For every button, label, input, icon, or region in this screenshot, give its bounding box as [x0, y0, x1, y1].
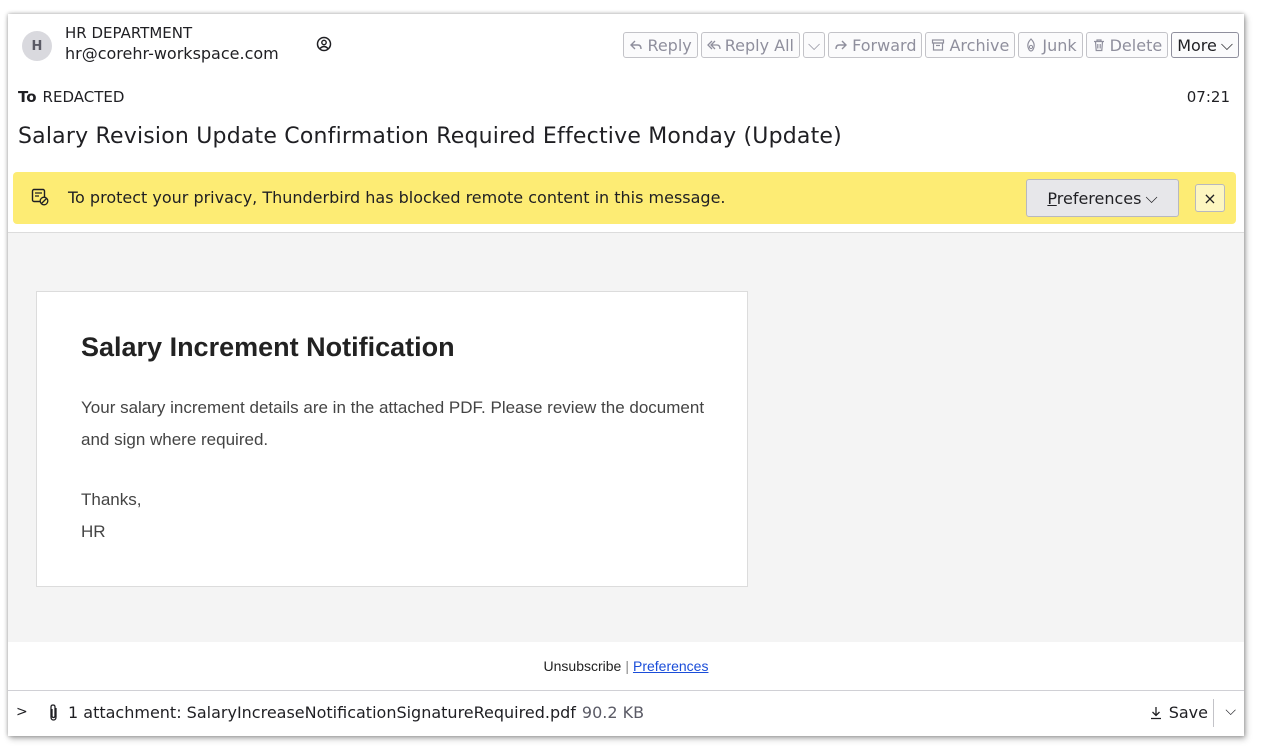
save-button[interactable]: Save	[1149, 703, 1208, 722]
footer-separator: |	[625, 658, 629, 674]
download-icon	[1150, 706, 1161, 719]
reply-all-label: Reply All	[724, 35, 794, 55]
preferences-link[interactable]: Preferences	[633, 658, 708, 674]
reply-all-dropdown[interactable]: ⌵	[802, 32, 826, 58]
reply-icon	[630, 40, 643, 50]
forward-label: Forward	[852, 35, 917, 55]
chevron-down-icon: ⌵	[1145, 188, 1158, 207]
message-subject: Salary Revision Update Confirmation Requ…	[18, 124, 842, 149]
notice-text: To protect your privacy, Thunderbird has…	[68, 188, 726, 207]
attachment-bar[interactable]: > 1 attachment: SalaryIncreaseNotificati…	[8, 690, 1244, 736]
message-time: 07:21	[1186, 88, 1230, 106]
sender-name[interactable]: HR DEPARTMENT	[65, 24, 192, 42]
more-button[interactable]: More ⌵	[1171, 32, 1239, 58]
chevron-down-icon: ⌵	[807, 35, 821, 54]
recipient[interactable]: REDACTED	[43, 88, 125, 106]
sender-email[interactable]: hr@corehr-workspace.com	[65, 44, 279, 63]
signature-text: HR	[81, 522, 106, 541]
message-heading: Salary Increment Notification	[81, 332, 455, 362]
preferences-button[interactable]: Preferences ⌵	[1026, 179, 1179, 217]
blocked-content-icon	[31, 188, 49, 206]
recipient-row: To REDACTED	[18, 88, 124, 106]
junk-button[interactable]: Junk	[1018, 32, 1083, 58]
attachment-label[interactable]: 1 attachment: SalaryIncreaseNotification…	[68, 703, 644, 722]
thanks-text: Thanks,	[81, 490, 142, 509]
chevron-down-icon: ⌵	[1220, 35, 1233, 54]
attachment-size: 90.2 KB	[581, 703, 645, 722]
archive-button[interactable]: Archive	[925, 32, 1016, 58]
message-toolbar: Reply Reply All ⌵ Forward Archive Junk D…	[623, 32, 1239, 58]
archive-label: Archive	[949, 35, 1010, 55]
reply-label: Reply	[647, 35, 692, 55]
forward-button[interactable]: Forward	[828, 32, 923, 58]
message-body: Salary Increment Notification Your salar…	[8, 232, 1244, 643]
remote-content-notice: To protect your privacy, Thunderbird has…	[13, 172, 1236, 224]
junk-label: Junk	[1042, 35, 1077, 55]
paperclip-icon	[50, 704, 57, 721]
reply-all-button[interactable]: Reply All	[700, 32, 800, 58]
message-signoff: Thanks, HR	[81, 484, 141, 548]
close-icon: ×	[1203, 188, 1217, 208]
avatar: H	[22, 31, 52, 61]
trash-icon	[1093, 39, 1104, 52]
chevron-right-icon[interactable]: >	[16, 704, 28, 720]
forward-icon	[835, 40, 848, 50]
reply-button[interactable]: Reply	[623, 32, 698, 58]
message-footer: Unsubscribe | Preferences	[8, 642, 1244, 690]
delete-button[interactable]: Delete	[1085, 32, 1169, 58]
attachment-name: 1 attachment: SalaryIncreaseNotification…	[68, 703, 576, 722]
archive-icon	[932, 39, 945, 51]
more-label: More	[1177, 35, 1217, 55]
preferences-label: Preferences	[1047, 188, 1142, 208]
save-divider	[1213, 699, 1214, 727]
to-label: To	[18, 88, 37, 106]
email-window: H HR DEPARTMENT hr@corehr-workspace.com …	[8, 14, 1244, 736]
reply-all-icon	[706, 40, 721, 50]
message-card: Salary Increment Notification Your salar…	[36, 291, 748, 587]
delete-label: Delete	[1109, 35, 1163, 55]
contact-icon[interactable]	[316, 36, 332, 52]
junk-icon	[1027, 38, 1036, 52]
unsubscribe-text: Unsubscribe	[543, 658, 622, 674]
message-paragraph: Your salary increment details are in the…	[81, 398, 705, 449]
chevron-down-icon[interactable]: ⌵	[1225, 703, 1236, 719]
close-notice-button[interactable]: ×	[1195, 184, 1225, 212]
save-label: Save	[1168, 703, 1208, 722]
